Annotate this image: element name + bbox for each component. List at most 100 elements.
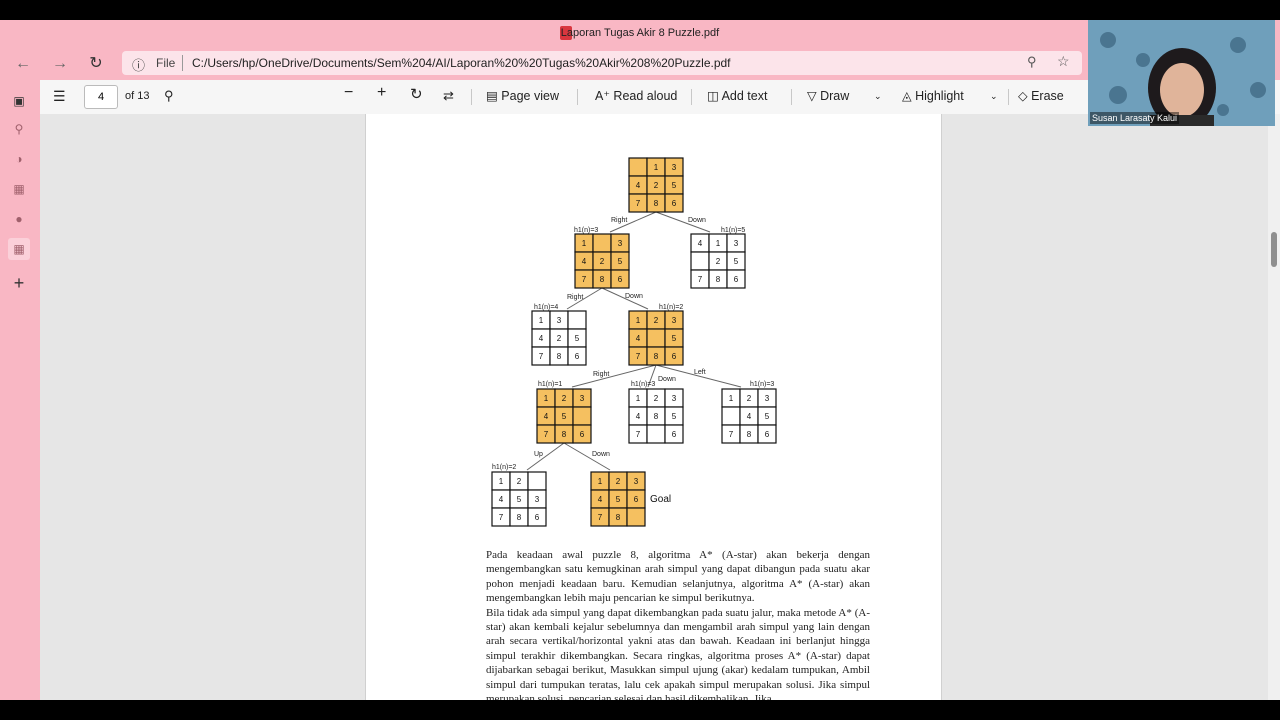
puzzle-cell-value: 8 (616, 513, 621, 522)
read-aloud-label: Read aloud (613, 89, 678, 103)
add-icon[interactable]: + (10, 274, 28, 292)
draw-label: Draw (820, 89, 850, 103)
zoom-out-icon[interactable]: − (344, 84, 353, 102)
puzzle-cell-value: 4 (582, 257, 587, 266)
page-view-button[interactable]: ▤ Page view (486, 88, 559, 103)
puzzle-cell-value: 5 (575, 334, 580, 343)
puzzle-cell-value: 5 (765, 412, 770, 421)
zoom-in-icon[interactable]: + (377, 84, 386, 102)
puzzle-cell (628, 157, 648, 177)
puzzle-cell-value: 3 (634, 477, 639, 486)
puzzle-cell-value: 4 (636, 334, 641, 343)
edge-label-left: Left (694, 369, 706, 376)
scrollbar-thumb[interactable] (1271, 232, 1277, 267)
draw-button[interactable]: ▽ Draw (807, 88, 849, 103)
page-view-label: Page view (501, 89, 559, 103)
edge-label-h_b3: h1(n)=2 (659, 304, 683, 311)
puzzle-cell-value: 5 (562, 412, 567, 421)
highlight-icon: ◬ (902, 89, 916, 103)
puzzle-cell-value: 1 (729, 394, 734, 403)
zoom-icon[interactable]: ⚲ (1027, 54, 1037, 70)
refresh-icon[interactable]: ↻ (85, 54, 107, 74)
puzzle-cell-value: 7 (698, 275, 703, 284)
puzzle-cell-value: 4 (499, 495, 504, 504)
url-text[interactable]: C:/Users/hp/OneDrive/Documents/Sem%204/A… (192, 56, 731, 70)
favorite-icon[interactable]: ☆ (1057, 53, 1070, 70)
puzzle-cell-value: 6 (672, 430, 677, 439)
puzzle-cell-value: 6 (734, 275, 739, 284)
puzzle-cell (572, 406, 592, 426)
puzzle-grid-l3a: 1 3 4 2 5 7 8 6 (531, 310, 587, 366)
edge-label-h_b2: h1(n)=5 (721, 227, 745, 234)
page-number-input[interactable]: 4 (84, 85, 118, 109)
puzzle-cell (646, 328, 666, 348)
vertical-scrollbar[interactable] (1268, 114, 1280, 700)
puzzle-cell-value: 5 (618, 257, 623, 266)
puzzle-cell-value: 2 (654, 316, 659, 325)
puzzle-cell-value: 1 (544, 394, 549, 403)
toolbar-divider (691, 89, 692, 105)
pdf-tab-icon[interactable]: ▦ (8, 238, 30, 260)
puzzle-cell-value: 3 (557, 316, 562, 325)
pdf-viewer[interactable]: 1 3 4 2 5 7 8 6 1 3 4 2 5 7 8 6 4 1 3 2 5 7 8 6 1 3 4 2 5 7 8 6 1 2 3 4 5 7 8 6… (40, 114, 1268, 705)
puzzle-cell-value: 2 (716, 257, 721, 266)
search-icon[interactable]: ⚲ (164, 88, 174, 104)
add-text-button[interactable]: ◫ Add text (707, 88, 767, 103)
puzzle-cell-value: 2 (600, 257, 605, 266)
puzzle-cell-value: 7 (729, 430, 734, 439)
back-icon[interactable]: ← (12, 54, 34, 74)
search-sidebar-icon[interactable]: ⚲ (10, 120, 28, 138)
puzzle-grid-goal: 1 2 3 4 5 6 7 8 (590, 471, 646, 527)
puzzle-cell-value: 8 (562, 430, 567, 439)
file-label: File (156, 56, 176, 70)
draw-chevron-down-icon[interactable]: ⌄ (874, 91, 882, 102)
page-count: of 13 (125, 90, 150, 102)
url-field[interactable]: ⓘ File C:/Users/hp/OneDrive/Documents/Se… (122, 51, 1082, 75)
puzzle-cell-value: 5 (734, 257, 739, 266)
puzzle-cell-value: 2 (747, 394, 752, 403)
puzzle-cell-value: 4 (698, 239, 703, 248)
puzzle-cell-value: 6 (672, 199, 677, 208)
forward-icon[interactable]: → (49, 54, 71, 74)
erase-icon: ◇ (1018, 89, 1032, 103)
puzzle-cell (567, 310, 587, 330)
puzzle-cell-value: 6 (672, 352, 677, 361)
puzzle-cell-value: 1 (582, 239, 587, 248)
url-divider (182, 55, 183, 71)
puzzle-cell-value: 7 (636, 352, 641, 361)
app-icon[interactable]: ● (10, 210, 28, 228)
add-text-label: Add text (721, 89, 768, 103)
highlight-button[interactable]: ◬ Highlight (902, 88, 964, 103)
add-text-icon: ◫ (707, 89, 722, 103)
puzzle-cell-value: 4 (598, 495, 603, 504)
fit-icon[interactable]: ⇄ (443, 88, 454, 104)
puzzle-grid-l2a: 1 3 4 2 5 7 8 6 (574, 233, 630, 289)
edge-label-down: Down (625, 293, 643, 300)
edge-label-h_b4: h1(n)=3 (631, 381, 655, 388)
puzzle-cell (527, 471, 547, 491)
puzzle-grid-l4a: 1 2 3 4 5 7 8 6 (536, 388, 592, 444)
highlight-chevron-down-icon[interactable]: ⌄ (990, 91, 998, 102)
puzzle-cell-value: 6 (634, 495, 639, 504)
read-aloud-button[interactable]: A⁺ Read aloud (595, 88, 677, 103)
screen-top-border (0, 0, 1280, 20)
document-icon[interactable]: ▦ (10, 180, 28, 198)
info-icon[interactable]: ⓘ (132, 55, 145, 74)
puzzle-cell (690, 251, 710, 271)
puzzle-cell-value: 2 (557, 334, 562, 343)
edge-label-h_a2: h1(n)=3 (574, 227, 598, 234)
toolbar-divider (577, 89, 578, 105)
puzzle-cell-value: 8 (716, 275, 721, 284)
paragraph-2: Bila tidak ada simpul yang dapat dikemba… (486, 606, 870, 705)
idea-icon[interactable]: ◑ (10, 150, 28, 168)
screen-bottom-border (0, 700, 1280, 720)
puzzle-cell-value: 3 (672, 163, 677, 172)
toc-icon[interactable]: ☰ (53, 88, 66, 105)
document-body-text: Pada keadaan awal puzzle 8, algoritma A*… (486, 548, 870, 706)
erase-button[interactable]: ◇ Erase (1018, 88, 1064, 103)
rotate-icon[interactable]: ↻ (410, 85, 423, 103)
puzzle-cell-value: 7 (598, 513, 603, 522)
tab-actions-icon[interactable]: ▣ (10, 92, 28, 110)
edge-label-down: Down (688, 217, 706, 224)
presenter-video (1088, 20, 1275, 126)
